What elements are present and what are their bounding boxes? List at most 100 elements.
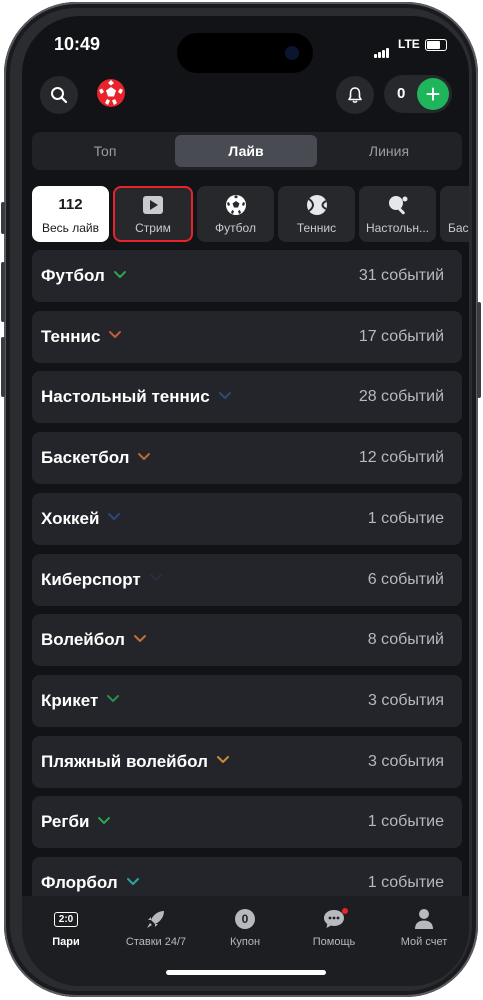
sport-name: Волейбол bbox=[41, 630, 147, 650]
side-button bbox=[1, 337, 5, 397]
bottom-tab-bar: 2:0 Пари Ставки 24/7 0 Купон Помощь Мой … bbox=[22, 896, 469, 986]
event-count: 31 событий bbox=[358, 267, 444, 284]
sport-filter-chips: 112 Весь лайв Стрим Футбол Теннис Настол… bbox=[32, 186, 469, 242]
event-count: 1 событие bbox=[367, 509, 444, 527]
notifications-button[interactable] bbox=[336, 76, 374, 114]
balance-widget[interactable]: 0 + bbox=[384, 75, 452, 113]
search-icon bbox=[51, 87, 68, 104]
ping-pong-icon bbox=[388, 196, 407, 215]
tab-label: Ставки 24/7 bbox=[125, 936, 187, 948]
sport-name-text: Регби bbox=[41, 812, 90, 832]
chip-table-tennis[interactable]: Настольн... bbox=[359, 186, 436, 242]
sport-row[interactable]: Баскетбол 12 событий bbox=[32, 432, 462, 485]
chip-stream[interactable]: Стрим bbox=[113, 186, 193, 242]
sport-row[interactable]: Флорбол 1 событие bbox=[32, 857, 462, 896]
chevron-down-icon[interactable] bbox=[137, 452, 151, 462]
tab-bets[interactable]: 2:0 Пари bbox=[26, 906, 106, 948]
side-button bbox=[477, 302, 481, 398]
sport-row[interactable]: Теннис 17 событий bbox=[32, 310, 462, 363]
sport-row[interactable]: Пляжный волейбол 3 события bbox=[32, 735, 462, 788]
event-count: 28 событий bbox=[358, 388, 444, 406]
sport-name-text: Баскетбол bbox=[41, 448, 130, 468]
sport-name: Пляжный волейбол bbox=[41, 752, 230, 772]
deposit-button[interactable]: + bbox=[417, 78, 449, 110]
sport-row[interactable]: Регби 1 событие bbox=[32, 796, 462, 849]
chevron-down-icon[interactable] bbox=[106, 694, 120, 704]
tab-label: Купон bbox=[229, 936, 261, 948]
side-button bbox=[1, 202, 5, 234]
sport-name: Футбол bbox=[41, 266, 127, 286]
sport-name: Теннис bbox=[41, 327, 122, 347]
sport-row[interactable]: Хоккей 1 событие bbox=[32, 492, 462, 545]
sport-name-text: Флорбол bbox=[41, 873, 118, 892]
bell-icon bbox=[348, 87, 362, 104]
sport-name-text: Настольный теннис bbox=[41, 387, 210, 407]
sport-name: Крикет bbox=[41, 691, 120, 711]
chevron-down-icon[interactable] bbox=[216, 755, 230, 765]
sport-row[interactable]: Футбол 31 событий bbox=[32, 250, 462, 302]
chevron-down-icon[interactable] bbox=[108, 330, 122, 340]
phone-frame: 10:49 LTE 0 + Топ Лайв Линия 112 Весь ла… bbox=[1, 2, 481, 997]
sport-name-text: Теннис bbox=[41, 326, 101, 346]
scoreboard-icon: 2:0 bbox=[53, 911, 79, 927]
sport-row[interactable]: Киберспорт 6 событий bbox=[32, 553, 462, 606]
status-bar: 10:49 LTE bbox=[22, 16, 469, 73]
play-icon bbox=[143, 196, 163, 214]
chip-label: Футбол bbox=[215, 221, 256, 235]
screen: 10:49 LTE 0 + Топ Лайв Линия 112 Весь ла… bbox=[22, 16, 469, 986]
coupon-count-icon: 0 bbox=[235, 909, 255, 929]
tab-my-account[interactable]: Мой счет bbox=[384, 906, 464, 948]
search-button[interactable] bbox=[40, 76, 78, 114]
event-count: 6 событий bbox=[367, 570, 444, 588]
sport-name-text: Пляжный волейбол bbox=[41, 751, 208, 771]
sport-row[interactable]: Крикет 3 события bbox=[32, 674, 462, 727]
network-label: LTE bbox=[398, 37, 420, 51]
sport-name: Хоккей bbox=[41, 509, 121, 529]
chip-football[interactable]: Футбол bbox=[197, 186, 274, 242]
tab-live[interactable]: Лайв bbox=[175, 135, 317, 167]
sport-name: Баскетбол bbox=[41, 448, 151, 468]
sport-row[interactable]: Настольный теннис 28 событий bbox=[32, 371, 462, 424]
sport-name: Регби bbox=[41, 812, 111, 832]
chevron-down-icon[interactable] bbox=[218, 391, 232, 401]
event-count: 1 событие bbox=[367, 874, 444, 891]
tab-line[interactable]: Линия bbox=[319, 135, 459, 167]
sport-name-text: Крикет bbox=[41, 690, 99, 710]
chip-label: Стрим bbox=[135, 221, 171, 235]
event-count: 17 событий bbox=[358, 327, 444, 345]
sport-name-text: Футбол bbox=[41, 266, 105, 285]
balance-value: 0 bbox=[397, 85, 406, 102]
sport-name-text: Киберспорт bbox=[41, 569, 141, 589]
chevron-down-icon[interactable] bbox=[113, 270, 127, 280]
sport-name: Флорбол bbox=[41, 873, 140, 893]
event-count: 12 событий bbox=[358, 449, 444, 467]
chevron-down-icon[interactable] bbox=[149, 573, 163, 583]
tab-label: Помощь bbox=[312, 936, 356, 948]
side-button bbox=[1, 262, 5, 322]
chevron-down-icon[interactable] bbox=[107, 512, 121, 522]
sports-list: Футбол 31 событий Теннис 17 событий Настольн… bbox=[32, 250, 462, 896]
logo-icon[interactable] bbox=[96, 78, 126, 108]
tab-help[interactable]: Помощь bbox=[294, 906, 374, 948]
user-icon bbox=[415, 909, 433, 929]
sport-name: Киберспорт bbox=[41, 570, 163, 590]
chevron-down-icon[interactable] bbox=[133, 634, 147, 644]
chip-tennis[interactable]: Теннис bbox=[278, 186, 355, 242]
status-time: 10:49 bbox=[54, 34, 101, 54]
chip-all-live[interactable]: 112 Весь лайв bbox=[32, 186, 109, 242]
tab-coupon[interactable]: 0 Купон bbox=[205, 906, 285, 948]
header: 0 + bbox=[22, 72, 469, 122]
chip-label: Теннис bbox=[296, 221, 337, 235]
chevron-down-icon[interactable] bbox=[126, 877, 140, 887]
chip-label: Бас bbox=[448, 221, 469, 235]
chip-label: Весь лайв bbox=[41, 221, 100, 235]
chevron-down-icon[interactable] bbox=[97, 816, 111, 826]
chip-basketball[interactable]: Бас bbox=[440, 186, 469, 242]
tab-top[interactable]: Топ bbox=[35, 135, 175, 167]
tab-stavki-247[interactable]: Ставки 24/7 bbox=[116, 906, 196, 948]
sport-row[interactable]: Волейбол 8 событий bbox=[32, 614, 462, 667]
sport-name-text: Волейбол bbox=[41, 630, 125, 650]
mode-tabs: Топ Лайв Линия bbox=[32, 132, 462, 170]
soccer-ball-icon bbox=[225, 195, 246, 215]
sport-name-text: Хоккей bbox=[41, 508, 100, 528]
